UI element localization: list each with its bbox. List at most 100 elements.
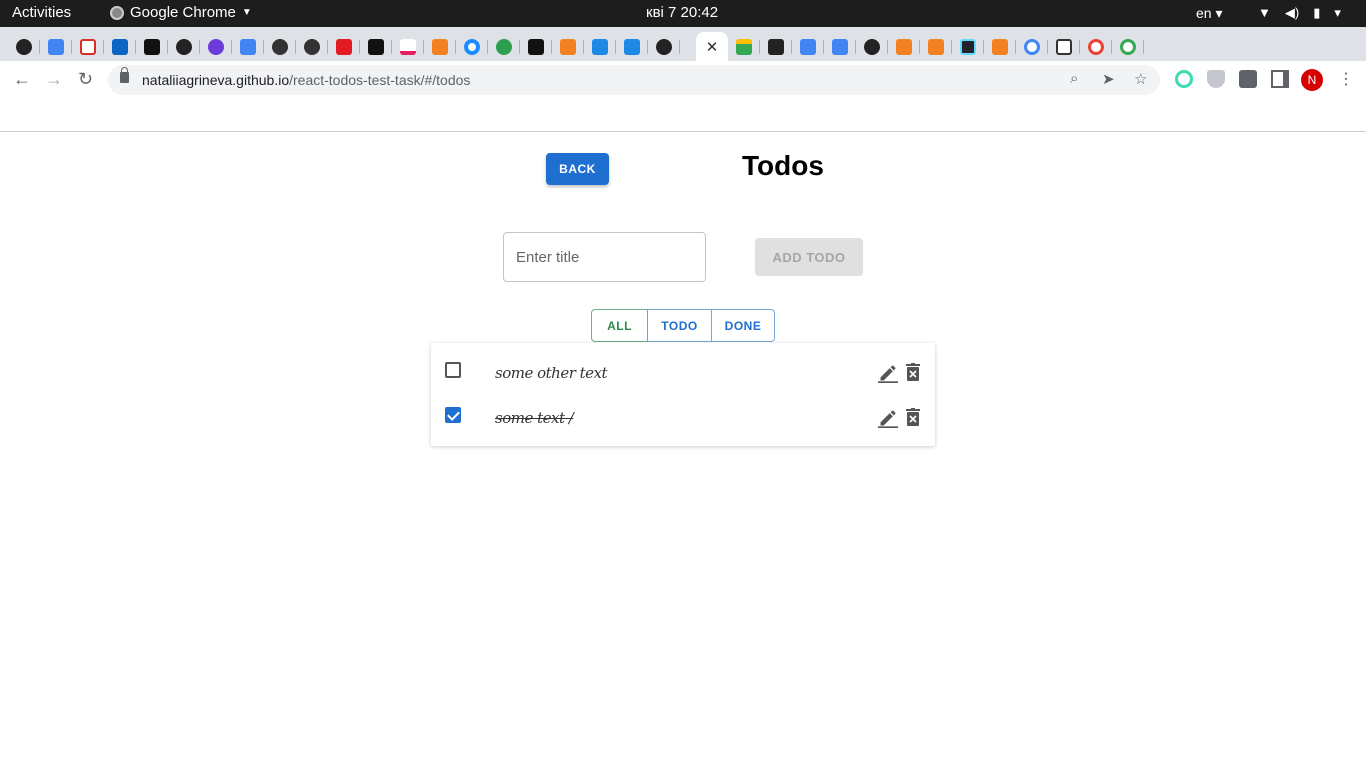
tab-mui[interactable] [584,32,616,61]
docs-icon [240,38,256,55]
tab-stackoverflow-5[interactable] [984,32,1016,61]
page-top-spacer [0,99,1366,132]
zoom-icon[interactable]: ⌕ [1070,70,1078,87]
system-tray[interactable]: ▼ ◀) ▮ ▾ [1258,5,1341,21]
browser-toolbar: ← → ↻ nataliiagrineva.github.io/react-to… [0,61,1366,99]
tab-gmail[interactable] [72,32,104,61]
page-title: Todos [742,150,824,181]
lock-icon [120,67,129,83]
chevron-down-icon: ▼ [241,7,252,18]
delete-icon[interactable] [906,363,920,381]
url-text[interactable]: nataliiagrineva.github.io/react-todos-te… [142,72,470,88]
tab-github-2[interactable] [168,32,200,61]
target-icon [464,38,480,55]
todo-title-input[interactable] [503,232,706,282]
tab-dots[interactable] [392,32,424,61]
puzzle-icon[interactable] [1239,70,1257,88]
edit-icon[interactable] [878,363,898,383]
tab-stackoverflow-4[interactable] [920,32,952,61]
mui-icon [592,38,608,55]
chrome-icon [110,5,124,20]
tab-mui-2[interactable] [616,32,648,61]
stackoverflow-icon [896,38,912,55]
n-brand-icon [336,38,352,55]
forward-arrow-icon[interactable]: → [45,69,63,90]
volume-icon: ◀) [1284,5,1300,20]
battery-icon: ▮ [1313,5,1321,20]
todo-item: some text / [431,394,935,439]
tab-active[interactable]: ✕ [696,32,728,61]
translate-icon [832,38,848,55]
filter-done-button[interactable]: DONE [712,309,775,342]
kebab-menu-icon[interactable]: ⋮ [1338,69,1354,89]
translate-icon [800,38,816,55]
back-arrow-icon[interactable]: ← [13,69,31,90]
stackoverflow-icon [560,38,576,55]
tab-clapper[interactable] [136,32,168,61]
activities-button[interactable]: Activities [12,4,71,21]
tab-docs-2[interactable] [232,32,264,61]
todo-checkbox-checked[interactable] [445,407,461,423]
tab-circle[interactable] [456,32,488,61]
bookmark-star-icon[interactable]: ☆ [1134,70,1147,88]
tab-google-2[interactable] [1080,32,1112,61]
side-panel-icon[interactable] [1271,70,1289,88]
filter-all-button[interactable]: ALL [591,309,648,342]
tab-film[interactable] [264,32,296,61]
tab-google-3[interactable] [1112,32,1144,61]
tab-n[interactable] [328,32,360,61]
todo-checkbox[interactable] [445,362,461,378]
add-todo-button[interactable]: ADD TODO [755,238,863,276]
tab-docs[interactable] [40,32,72,61]
tab-infinity[interactable] [488,32,520,61]
close-icon[interactable]: ✕ [706,38,719,56]
google-icon [1024,38,1040,55]
tab-translate-2[interactable] [824,32,856,61]
stackoverflow-icon [928,38,944,55]
send-icon[interactable]: ➤ [1102,70,1115,88]
extension-circle-icon[interactable] [1175,70,1193,88]
m-brand-icon [368,38,384,55]
tab-google[interactable] [1016,32,1048,61]
linkedin-icon [112,38,128,55]
app-menu[interactable]: Google Chrome ▼ [110,4,252,21]
back-button[interactable]: BACK [546,153,609,185]
address-bar[interactable]: nataliiagrineva.github.io/react-todos-te… [108,65,1160,95]
reload-icon[interactable]: ↻ [78,69,93,90]
tab-github[interactable] [8,32,40,61]
dj-icon [208,38,224,55]
language-indicator[interactable]: en ▾ [1196,5,1223,22]
edit-icon[interactable] [878,408,898,428]
todo-text: some other text [495,364,608,382]
tab-stackoverflow-2[interactable] [552,32,584,61]
tt-icon [1056,38,1072,55]
react-icon [960,38,976,55]
google-icon [1120,38,1136,55]
tab-github-3[interactable] [648,32,680,61]
tab-film-2[interactable] [296,32,328,61]
d-brand-icon [768,38,784,55]
tab-d[interactable] [760,32,792,61]
github-icon [176,38,192,55]
profile-avatar[interactable]: N [1301,69,1323,91]
delete-icon[interactable] [906,408,920,426]
chevron-down-icon: ▾ [1334,5,1341,20]
tab-m-2[interactable] [520,32,552,61]
filter-todo-button[interactable]: TODO [648,309,712,342]
clapperboard-icon [144,38,160,55]
tab-react[interactable] [952,32,984,61]
tab-drive[interactable] [728,32,760,61]
stackoverflow-icon [992,38,1008,55]
tab-dj[interactable] [200,32,232,61]
shield-icon[interactable] [1207,70,1225,88]
tab-github-4[interactable] [856,32,888,61]
tab-translate[interactable] [792,32,824,61]
tab-m[interactable] [360,32,392,61]
todo-text: some text / [495,409,574,427]
tab-linkedin[interactable] [104,32,136,61]
mui-icon [624,38,640,55]
clock[interactable]: кві 7 20:42 [646,4,718,21]
tab-stackoverflow-3[interactable] [888,32,920,61]
tab-tt[interactable] [1048,32,1080,61]
tab-stackoverflow[interactable] [424,32,456,61]
